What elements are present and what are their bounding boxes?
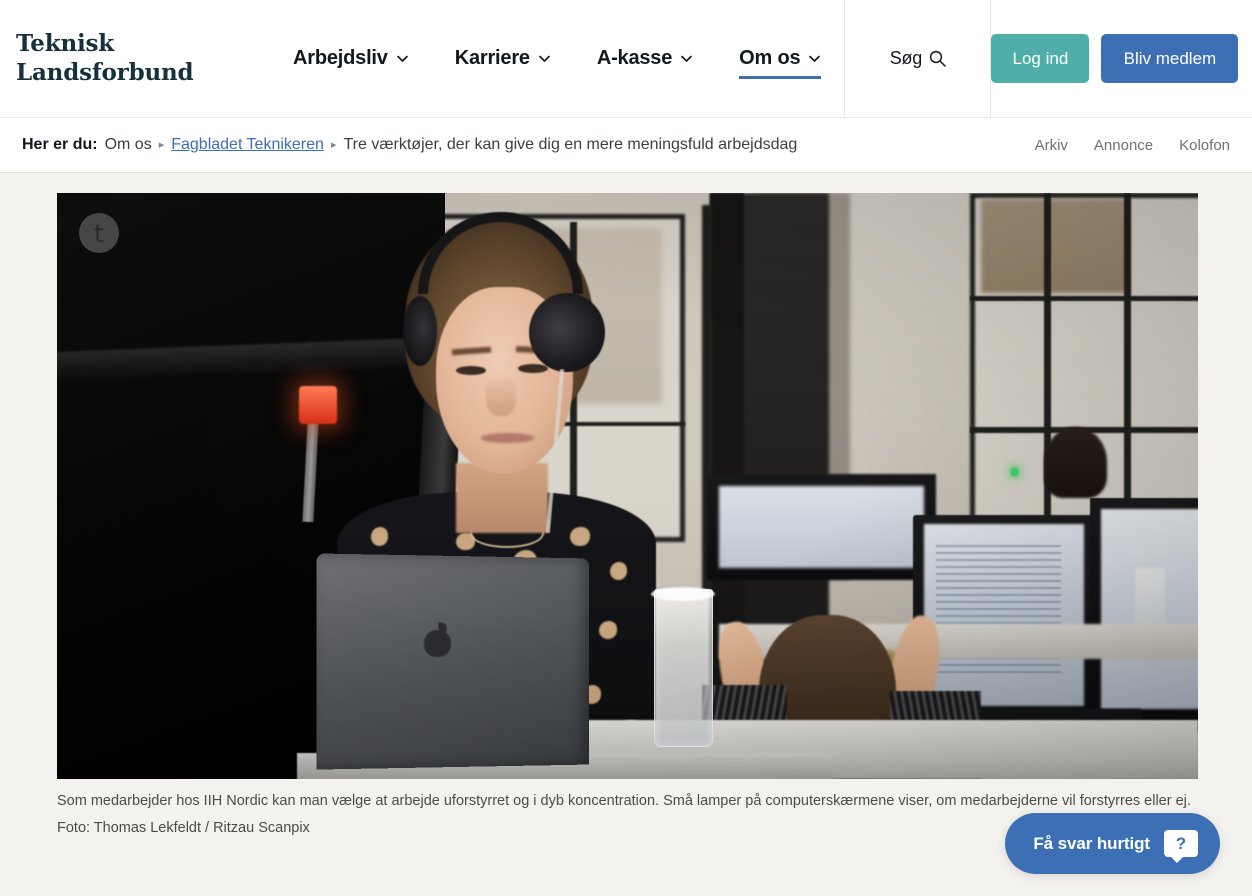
photo-woman-mouth <box>481 433 534 443</box>
photo-person-background <box>1043 427 1107 498</box>
search-label: Søg <box>889 48 923 68</box>
nav-item-arbejdsliv[interactable]: Arbejdsliv <box>270 0 432 117</box>
breadcrumb-bar: Her er du: Om os ▸ Fagbladet Teknikeren … <box>0 118 1252 173</box>
site-header: Teknisk Landsforbund Arbejdsliv Karriere… <box>0 0 1252 118</box>
photo-red-status-lamp <box>298 386 337 425</box>
photo-water-glass-rim <box>651 586 716 601</box>
link-annonce[interactable]: Annonce <box>1094 137 1153 154</box>
breadcrumb-item-fagbladet-teknikeren[interactable]: Fagbladet Teknikeren <box>171 136 324 154</box>
breadcrumb-separator: ▸ <box>330 139 337 151</box>
link-kolofon[interactable]: Kolofon <box>1179 137 1230 154</box>
link-arkiv[interactable]: Arkiv <box>1035 137 1068 154</box>
nav-item-label: Om os <box>739 47 801 69</box>
photo-woman-nose <box>486 374 516 416</box>
photo-water-glass <box>653 588 714 747</box>
active-nav-underline <box>739 76 822 79</box>
question-bubble-icon: ? <box>1164 830 1198 863</box>
nav-item-om-os[interactable]: Om os <box>716 0 844 117</box>
photo-blouse-pattern <box>370 527 388 546</box>
breadcrumb: Her er du: Om os ▸ Fagbladet Teknikeren … <box>22 136 1035 154</box>
main-navigation: Arbejdsliv Karriere A-kasse Om os <box>270 0 844 117</box>
chat-widget-label: Få svar hurtigt <box>1033 833 1150 853</box>
chevron-down-icon <box>396 52 409 65</box>
article-figure: t Som medarbejder hos IIH Nordic kan man… <box>57 193 1198 842</box>
chat-widget-button[interactable]: Få svar hurtigt ? <box>1005 813 1220 874</box>
nav-item-a-kasse[interactable]: A-kasse <box>574 0 716 117</box>
photo-headphone-earcup <box>529 292 605 372</box>
header-actions: Log ind Bliv medlem <box>991 0 1252 117</box>
become-member-button[interactable]: Bliv medlem <box>1101 34 1239 83</box>
chevron-down-icon <box>808 52 821 65</box>
breadcrumb-item-current-article: Tre værktøjer, der kan give dig en mere … <box>343 136 798 153</box>
logo-line-1: Teknisk <box>16 30 114 58</box>
logo-line-2: Landsforbund <box>16 58 194 86</box>
photo-wood-panel-right <box>981 198 1130 293</box>
caption-text: Som medarbejder hos IIH Nordic kan man v… <box>57 793 1191 809</box>
chevron-down-icon <box>680 52 693 65</box>
photo-mullion <box>1043 193 1051 569</box>
photo-woman-eye <box>456 365 486 375</box>
photo-headphone-earcup-far <box>402 295 437 366</box>
breadcrumb-lead: Her er du: <box>22 136 98 153</box>
photo-mullion <box>969 295 1198 302</box>
teknikeren-logo-badge[interactable]: t <box>79 213 119 253</box>
photo-green-status-light <box>1009 467 1019 477</box>
nav-item-label: Arbejdsliv <box>293 47 388 69</box>
photo-woman-eye <box>517 364 548 373</box>
breadcrumb-item-om-os[interactable]: Om os <box>105 136 152 154</box>
breadcrumb-separator: ▸ <box>158 139 165 151</box>
search-icon <box>929 50 946 67</box>
article-hero-image: t <box>57 193 1198 779</box>
photo-blouse-pattern <box>570 527 590 547</box>
nav-item-label: A-kasse <box>596 47 673 69</box>
breadcrumb-secondary-links: Arkiv Annonce Kolofon <box>1035 137 1238 154</box>
search-button[interactable]: Søg <box>845 0 990 117</box>
chevron-down-icon <box>538 52 551 65</box>
nav-item-label: Karriere <box>454 47 530 69</box>
main-content: t Som medarbejder hos IIH Nordic kan man… <box>0 173 1252 895</box>
apple-logo-icon <box>424 629 451 657</box>
login-button[interactable]: Log ind <box>991 34 1090 83</box>
nav-item-karriere[interactable]: Karriere <box>432 0 574 117</box>
photo-blouse-pattern <box>598 620 618 639</box>
photo-monitor-middle-screen <box>718 486 925 569</box>
logo-text: Teknisk Landsforbund <box>16 30 194 86</box>
site-logo[interactable]: Teknisk Landsforbund <box>0 0 270 117</box>
photo-laptop-lid <box>316 553 590 770</box>
